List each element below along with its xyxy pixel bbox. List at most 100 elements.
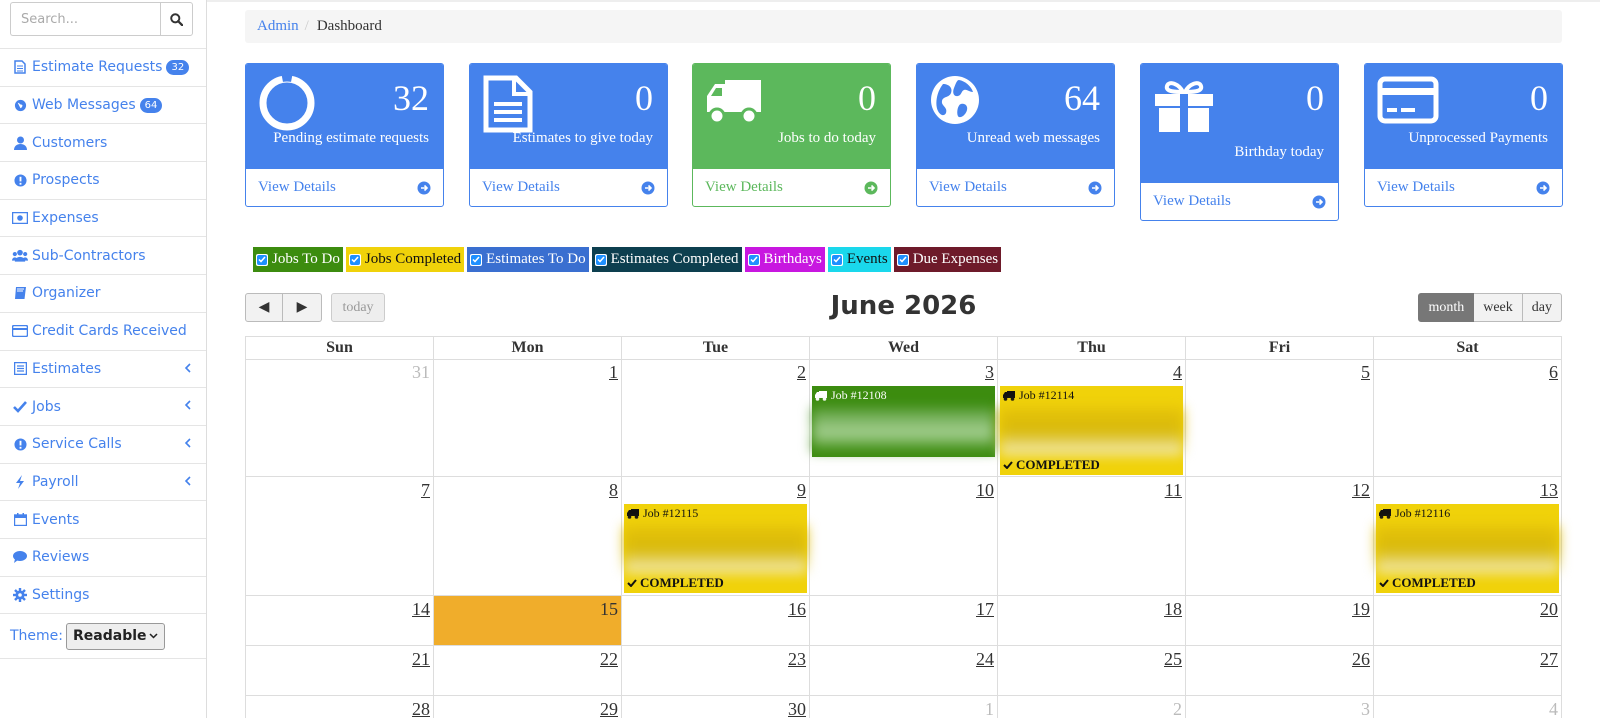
calendar-day[interactable]: 14 <box>246 596 434 646</box>
calendar-day-today[interactable]: 15 <box>434 596 622 646</box>
sidebar-item-service-calls[interactable]: Service Calls <box>0 424 206 463</box>
day-number[interactable]: 19 <box>1352 600 1370 618</box>
month-view-button[interactable]: month <box>1418 293 1475 322</box>
day-view-button[interactable]: day <box>1522 293 1562 322</box>
view-details-link[interactable]: View Details <box>1141 182 1338 220</box>
calendar-day[interactable]: 21 <box>246 646 434 696</box>
calendar-day[interactable]: 23 <box>622 646 810 696</box>
day-number[interactable]: 10 <box>976 481 994 499</box>
view-details-link[interactable]: View Details <box>917 168 1114 206</box>
sidebar-item-settings[interactable]: Settings <box>0 575 206 614</box>
calendar-day[interactable]: 27 <box>1374 646 1562 696</box>
calendar-day[interactable]: 13 Job #12116 COMPLETED <box>1374 477 1562 596</box>
calendar-day[interactable]: 8 <box>434 477 622 596</box>
search-input[interactable] <box>10 2 160 36</box>
next-button[interactable]: ▶ <box>283 293 322 322</box>
sidebar-item-payroll[interactable]: Payroll <box>0 462 206 501</box>
day-number[interactable]: 4 <box>1549 700 1558 718</box>
calendar-event[interactable]: Job #12116 COMPLETED <box>1376 504 1559 593</box>
day-number[interactable]: 3 <box>1361 700 1370 718</box>
calendar-event[interactable]: Job #12115 COMPLETED <box>624 504 807 593</box>
sidebar-item-organizer[interactable]: Organizer <box>0 274 206 312</box>
sidebar-item-reviews[interactable]: Reviews <box>0 537 206 576</box>
calendar-event[interactable]: Job #12108 <box>812 386 995 457</box>
theme-select[interactable]: Readable <box>66 622 166 650</box>
day-number[interactable]: 21 <box>412 650 430 668</box>
calendar-day[interactable]: 9 Job #12115 COMPLETED <box>622 477 810 596</box>
calendar-day[interactable]: 24 <box>810 646 998 696</box>
calendar-day[interactable]: 29 <box>434 696 622 718</box>
calendar-day[interactable]: 18 <box>998 596 1186 646</box>
view-details-link[interactable]: View Details <box>693 168 890 206</box>
day-number[interactable]: 2 <box>797 363 806 381</box>
calendar-day[interactable]: 12 <box>1186 477 1374 596</box>
day-number[interactable]: 14 <box>412 600 430 618</box>
day-number[interactable]: 5 <box>1361 363 1370 381</box>
sidebar-item-events[interactable]: Events <box>0 500 206 538</box>
day-number[interactable]: 11 <box>1165 481 1182 499</box>
view-details-link[interactable]: View Details <box>470 168 667 206</box>
sidebar-item-estimate-requests[interactable]: Estimate Requests 32 <box>0 48 206 86</box>
day-number[interactable]: 24 <box>976 650 994 668</box>
sidebar-item-expenses[interactable]: Expenses <box>0 198 206 237</box>
day-number[interactable]: 28 <box>412 700 430 718</box>
sidebar-item-credit-cards-received[interactable]: Credit Cards Received <box>0 311 206 350</box>
sidebar-item-prospects[interactable]: Prospects <box>0 161 206 199</box>
day-number[interactable]: 27 <box>1540 650 1558 668</box>
calendar-day[interactable]: 6 <box>1374 359 1562 477</box>
calendar-event[interactable]: Job #12114 COMPLETED <box>1000 386 1183 475</box>
calendar-day[interactable]: 5 <box>1186 359 1374 477</box>
calendar-day[interactable]: 22 <box>434 646 622 696</box>
view-details-link[interactable]: View Details <box>246 168 443 206</box>
sidebar-item-customers[interactable]: Customers <box>0 123 206 161</box>
day-number[interactable]: 12 <box>1352 481 1370 499</box>
calendar-day[interactable]: 4 Job #12114 COMPLETED <box>998 359 1186 477</box>
prev-button[interactable]: ◀ <box>245 293 283 322</box>
day-number[interactable]: 7 <box>421 481 430 499</box>
day-number[interactable]: 9 <box>797 481 806 499</box>
calendar-day[interactable]: 20 <box>1374 596 1562 646</box>
day-number[interactable]: 31 <box>412 363 430 381</box>
day-number[interactable]: 30 <box>788 700 806 718</box>
day-number[interactable]: 1 <box>609 363 618 381</box>
calendar-day[interactable]: 30 <box>622 696 810 718</box>
calendar-day[interactable]: 3 Job #12108 <box>810 359 998 477</box>
legend-events[interactable]: Events <box>827 247 891 272</box>
sidebar-item-jobs[interactable]: Jobs <box>0 387 206 425</box>
legend-jobs-completed[interactable]: Jobs Completed <box>345 247 465 272</box>
calendar-day[interactable]: 16 <box>622 596 810 646</box>
calendar-day[interactable]: 25 <box>998 646 1186 696</box>
day-number[interactable]: 20 <box>1540 600 1558 618</box>
day-number[interactable]: 26 <box>1352 650 1370 668</box>
day-number[interactable]: 29 <box>600 700 618 718</box>
sidebar-item-sub-contractors[interactable]: Sub-Contractors <box>0 236 206 274</box>
breadcrumb-admin-link[interactable]: Admin <box>257 18 299 35</box>
day-number[interactable]: 15 <box>600 600 618 618</box>
day-number[interactable]: 2 <box>1173 700 1182 718</box>
legend-birthdays[interactable]: Birthdays <box>744 247 825 272</box>
calendar-day[interactable]: 7 <box>246 477 434 596</box>
day-number[interactable]: 22 <box>600 650 618 668</box>
calendar-day[interactable]: 26 <box>1186 646 1374 696</box>
calendar-day[interactable]: 2 <box>622 359 810 477</box>
calendar-day[interactable]: 10 <box>810 477 998 596</box>
legend-estimates-to-do[interactable]: Estimates To Do <box>467 247 589 272</box>
week-view-button[interactable]: week <box>1474 293 1523 322</box>
calendar-day[interactable]: 19 <box>1186 596 1374 646</box>
calendar-day[interactable]: 1 <box>810 696 998 718</box>
day-number[interactable]: 23 <box>788 650 806 668</box>
day-number[interactable]: 4 <box>1173 363 1182 381</box>
day-number[interactable]: 17 <box>976 600 994 618</box>
calendar-day[interactable]: 3 <box>1186 696 1374 718</box>
today-button[interactable]: today <box>331 293 385 322</box>
day-number[interactable]: 6 <box>1549 363 1558 381</box>
calendar-day[interactable]: 4 <box>1374 696 1562 718</box>
legend-estimates-completed[interactable]: Estimates Completed <box>591 247 742 272</box>
search-button[interactable] <box>160 2 193 36</box>
legend-due-expenses[interactable]: Due Expenses <box>893 247 1002 272</box>
day-number[interactable]: 16 <box>788 600 806 618</box>
day-number[interactable]: 13 <box>1540 481 1558 499</box>
calendar-day[interactable]: 11 <box>998 477 1186 596</box>
day-number[interactable]: 1 <box>985 700 994 718</box>
day-number[interactable]: 3 <box>985 363 994 381</box>
